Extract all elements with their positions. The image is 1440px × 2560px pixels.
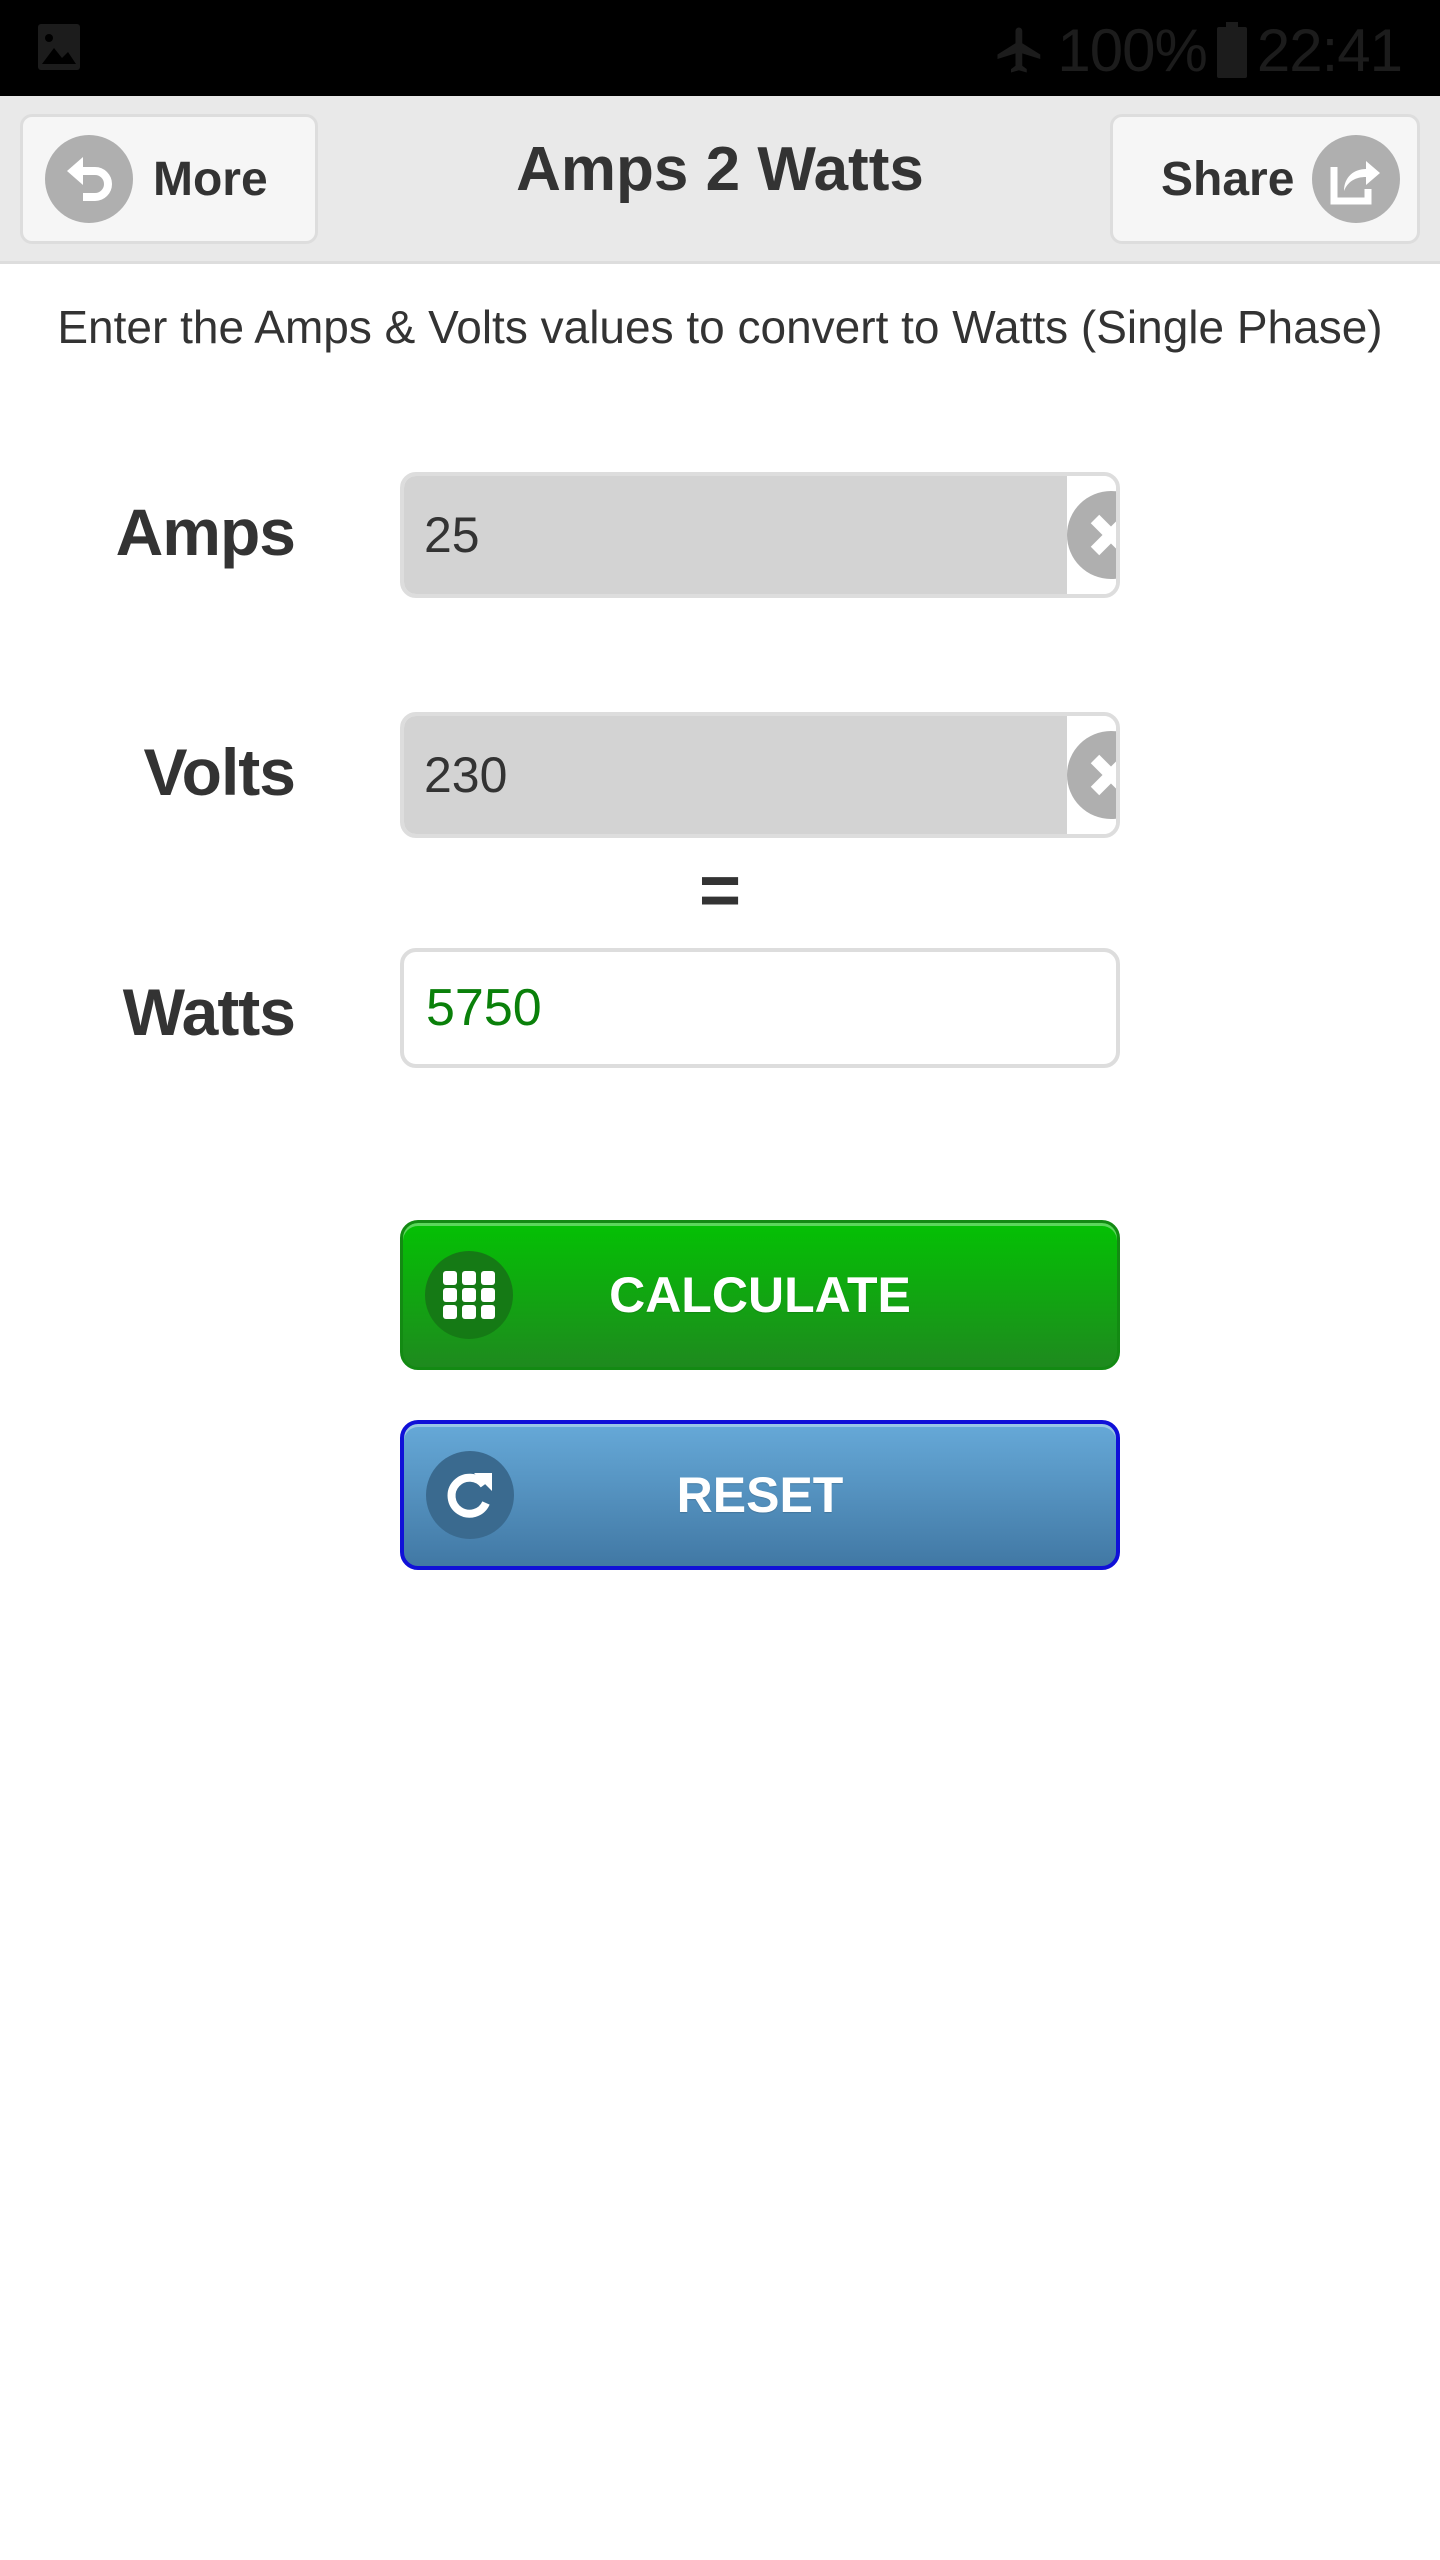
watts-result-value: 5750 [426,979,542,1037]
amps-field [400,472,1120,598]
app-header: More Amps 2 Watts Share [0,96,1440,264]
status-icons: 100% 22:41 [993,10,1403,90]
share-button-label: Share [1161,152,1295,206]
gallery-notification-icon [38,24,80,70]
calculate-button[interactable]: CALCULATE [400,1220,1120,1370]
clear-icon [1067,731,1116,819]
clock: 22:41 [1256,16,1403,84]
share-icon [1312,135,1401,223]
refresh-icon [426,1451,514,1539]
volts-field [400,712,1120,838]
equals-sign: = [698,851,742,931]
clear-icon [1067,491,1116,579]
battery-icon [1216,22,1247,78]
instruction-text: Enter the Amps & Volts values to convert… [57,301,1383,353]
volts-input[interactable] [404,716,1067,834]
battery-percent: 100% [1057,16,1207,84]
watts-label: Watts [122,975,296,1049]
volts-label: Volts [143,735,296,809]
reset-button[interactable]: RESET [400,1420,1120,1570]
airplane-mode-icon [997,27,1041,73]
status-bar: 100% 22:41 [0,0,1440,96]
reset-button-label: RESET [676,1467,844,1523]
keypad-icon [425,1251,513,1339]
volts-clear-button[interactable] [1067,716,1116,834]
amps-clear-button[interactable] [1067,476,1116,594]
calculate-button-label: CALCULATE [609,1267,911,1323]
amps-input[interactable] [404,476,1067,594]
share-button[interactable]: Share [1110,114,1420,244]
amps-label: Amps [115,495,296,569]
watts-result-field: 5750 [400,948,1120,1068]
